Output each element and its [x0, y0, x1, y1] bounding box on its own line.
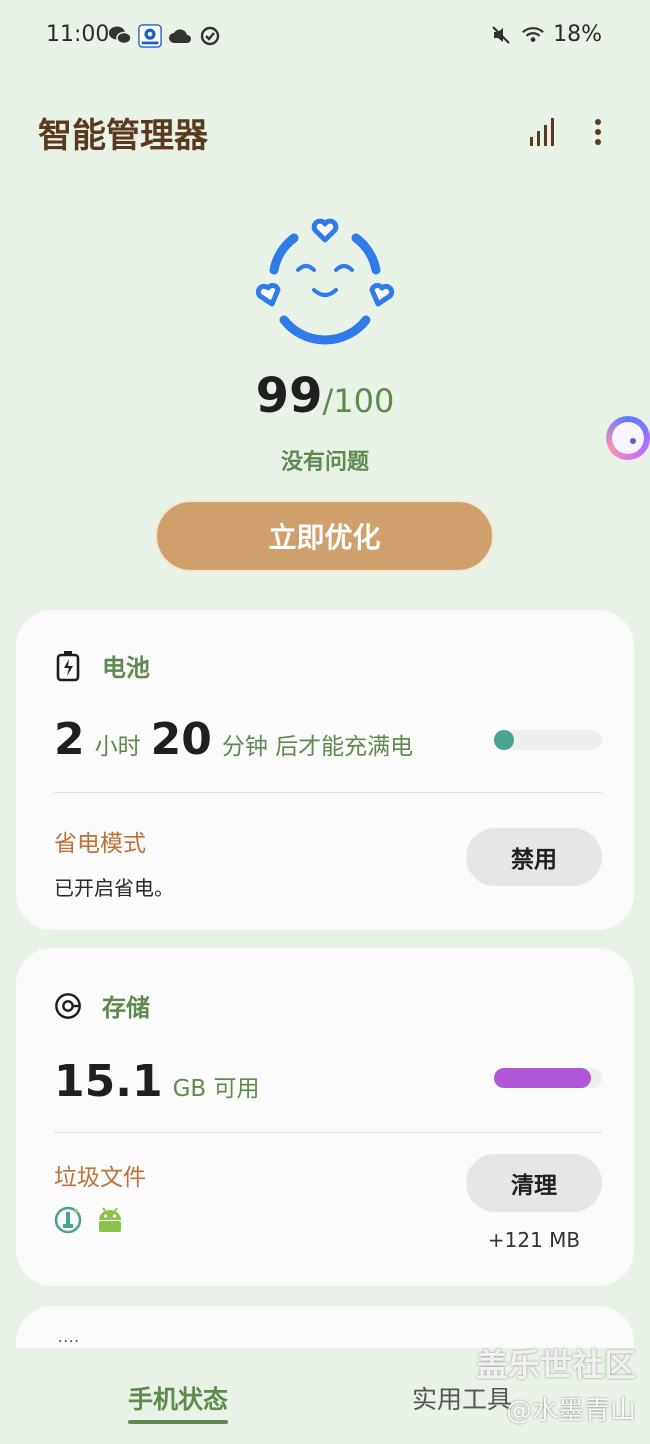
health-score: 99/100: [0, 368, 650, 424]
storage-usage-bar: [494, 1068, 602, 1088]
storage-disk-icon: [54, 990, 82, 1022]
more-options-icon[interactable]: [580, 114, 616, 150]
signal-stats-icon[interactable]: [524, 114, 560, 150]
storage-card[interactable]: 存储 15.1 GB 可用 垃圾文件 清理 +121 MB: [16, 948, 634, 1286]
battery-level-fill: [494, 730, 514, 750]
storage-available-unit: GB 可用: [172, 1076, 260, 1102]
score-status: 没有问题: [280, 450, 369, 475]
page-title: 智能管理器: [38, 116, 208, 156]
mute-icon: [489, 23, 513, 47]
charge-minutes-unit: 分钟 后才能充满电: [221, 734, 414, 760]
power-saving-title: 省电模式: [54, 831, 146, 857]
android-icon: [96, 1206, 124, 1238]
charge-hours: 2: [54, 714, 85, 765]
cloud-icon: [168, 24, 192, 48]
charge-minutes: 20: [150, 714, 212, 765]
battery-percent: 18%: [553, 22, 602, 47]
charge-time-remaining: 2 小时 20 分钟 后才能充满电: [54, 714, 413, 765]
storage-available: 15.1 GB 可用: [54, 1056, 259, 1107]
status-right: 18%: [489, 22, 602, 47]
battery-level-bar: [494, 730, 602, 750]
battery-charging-icon: [54, 650, 82, 682]
task-check-icon: [198, 24, 222, 48]
junk-size: +121 MB: [487, 1228, 581, 1252]
storage-card-header: 存储: [54, 988, 150, 1023]
battery-card-title: 电池: [102, 654, 150, 682]
battery-card[interactable]: 电池 2 小时 20 分钟 后才能充满电 省电模式 已开启省电。 禁用: [16, 610, 634, 930]
junk-files-title: 垃圾文件: [54, 1165, 146, 1191]
tab-phone-status[interactable]: 手机状态: [128, 1380, 229, 1424]
clean-junk-button[interactable]: 清理: [466, 1154, 602, 1212]
divider: [54, 792, 602, 793]
watermark-community: 盖乐世社区: [475, 1346, 636, 1384]
status-left-icons: [108, 24, 222, 48]
device-care-face-icon: [252, 210, 398, 346]
optimize-now-button[interactable]: 立即优化: [155, 500, 494, 572]
cleaner-app-icon: [54, 1206, 82, 1238]
score-max: /100: [322, 382, 395, 420]
wifi-icon: [521, 23, 545, 47]
divider: [54, 1132, 602, 1133]
junk-app-icons: [54, 1206, 124, 1238]
status-time: 11:00: [46, 22, 110, 47]
power-saving-status: 已开启省电。: [54, 876, 174, 900]
disable-power-saving-button[interactable]: 禁用: [466, 828, 602, 886]
watermark-author: @水墨青山: [505, 1396, 636, 1426]
storage-available-value: 15.1: [54, 1056, 163, 1107]
app-notification-icon: [138, 24, 162, 48]
status-bar: 11:00 18%: [0, 0, 650, 74]
floating-assistant-icon[interactable]: [606, 416, 650, 460]
storage-usage-fill: [494, 1068, 591, 1088]
memory-card-label: ....: [58, 1330, 80, 1346]
charge-hours-unit: 小时: [94, 734, 141, 760]
battery-card-header: 电池: [54, 648, 150, 683]
wechat-icon: [108, 24, 132, 48]
score-value: 99: [255, 368, 323, 424]
storage-card-title: 存储: [102, 994, 150, 1022]
